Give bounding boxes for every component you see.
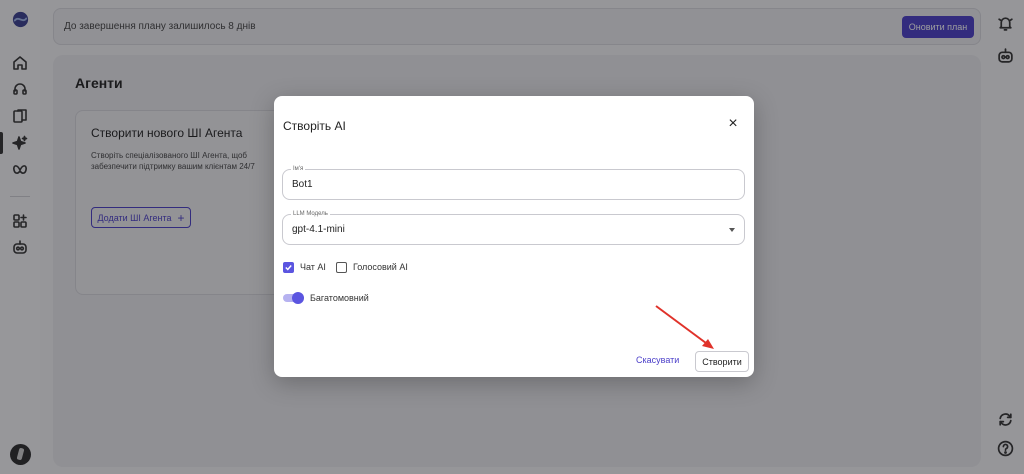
name-field-label: Ім'я (291, 165, 306, 173)
voice-ai-checkbox[interactable] (335, 261, 347, 273)
close-icon[interactable]: × (726, 116, 740, 132)
name-input[interactable] (292, 179, 712, 190)
chevron-down-icon[interactable] (729, 228, 735, 232)
llm-model-label: LLM Модель (291, 210, 330, 218)
voice-ai-label: Голосовий AI (352, 262, 408, 272)
multilingual-option: Багатомовний (283, 291, 369, 305)
name-field[interactable]: Ім'я (282, 165, 745, 200)
ai-type-options: Чат AI Голосовий AI (283, 260, 418, 274)
chat-ai-checkbox[interactable] (283, 261, 294, 273)
checkmark-icon (285, 264, 292, 271)
cancel-button[interactable]: Скасувати (636, 355, 679, 365)
multilingual-toggle[interactable] (283, 292, 304, 304)
create-button[interactable]: Створити (695, 351, 749, 372)
dialog-title: Створіть AI (283, 119, 346, 133)
llm-model-value: gpt-4.1-mini (292, 224, 345, 235)
create-ai-dialog: Створіть AI × Ім'я LLM Модель gpt-4.1-mi… (274, 96, 754, 377)
chat-ai-label: Чат AI (300, 262, 326, 272)
llm-model-select[interactable]: LLM Модель gpt-4.1-mini (282, 210, 745, 245)
toggle-knob (292, 292, 304, 304)
multilingual-label: Багатомовний (310, 293, 369, 303)
